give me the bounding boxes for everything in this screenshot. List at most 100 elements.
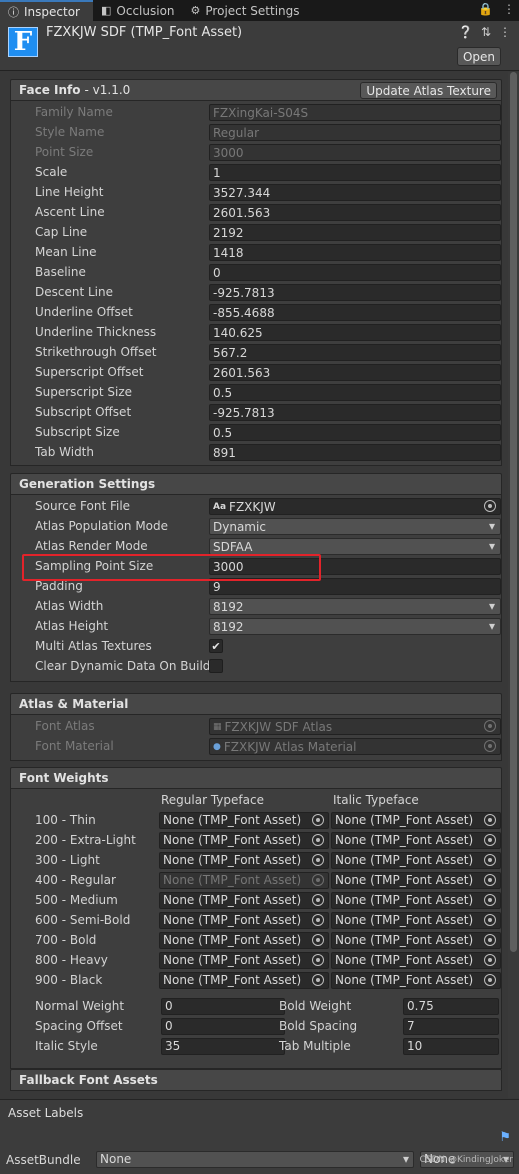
object-picker-icon[interactable] [484, 974, 496, 986]
update-atlas-texture-button[interactable]: Update Atlas Texture [360, 82, 497, 99]
object-picker-icon[interactable] [312, 894, 324, 906]
bold-spacing-field[interactable]: 7 [403, 1018, 499, 1035]
italic-typeface-field[interactable]: None (TMP_Font Asset) [331, 912, 501, 929]
assetbundle-dropdown[interactable]: None [96, 1151, 414, 1168]
preset-icon[interactable]: ⇅ [481, 25, 491, 39]
object-picker-icon[interactable] [484, 934, 496, 946]
multi-atlas-checkbox[interactable]: ✔ [209, 639, 223, 653]
object-picker-icon[interactable] [484, 814, 496, 826]
asset-labels-title: Asset Labels [8, 1106, 84, 1120]
occlusion-icon: ◧ [101, 4, 112, 17]
italic-typeface-field[interactable]: None (TMP_Font Asset) [331, 972, 501, 989]
face-info-field[interactable]: 140.625 [209, 324, 501, 341]
font-atlas-value: FZXKJW SDF Atlas [224, 719, 333, 734]
face-info-field[interactable]: 1418 [209, 244, 501, 261]
face-info-field[interactable]: 2192 [209, 224, 501, 241]
face-info-row: Cap Line 2192 [11, 223, 501, 243]
scrollbar-thumb[interactable] [510, 72, 517, 952]
object-picker-icon[interactable] [312, 854, 324, 866]
atlas-height-dropdown[interactable]: 8192 [209, 618, 501, 635]
object-picker-icon[interactable] [312, 954, 324, 966]
open-button[interactable]: Open [457, 47, 501, 66]
regular-typeface-field[interactable]: None (TMP_Font Asset) [159, 892, 329, 909]
face-info-field[interactable]: -925.7813 [209, 404, 501, 421]
help-icon[interactable]: ❔ [458, 25, 473, 39]
atlas-height-label: Atlas Height [35, 619, 109, 633]
clear-dynamic-checkbox[interactable] [209, 659, 223, 673]
face-info-row: Family Name FZXingKai-S04S [11, 103, 501, 123]
italic-typeface-field[interactable]: None (TMP_Font Asset) [331, 812, 501, 829]
render-mode-dropdown[interactable]: SDFAA [209, 538, 501, 555]
face-info-field[interactable]: 3527.344 [209, 184, 501, 201]
object-picker-icon[interactable] [312, 934, 324, 946]
spacing-offset-field[interactable]: 0 [161, 1018, 285, 1035]
kebab-menu-icon[interactable]: ⋮ [503, 2, 515, 16]
tab-project-settings[interactable]: ⚙ Project Settings [183, 0, 308, 21]
atlas-material-header[interactable]: Atlas & Material [10, 693, 502, 715]
regular-typeface-field[interactable]: None (TMP_Font Asset) [159, 972, 329, 989]
face-info-field[interactable]: 0.5 [209, 384, 501, 401]
italic-typeface-field[interactable]: None (TMP_Font Asset) [331, 932, 501, 949]
object-picker-icon[interactable] [312, 814, 324, 826]
object-picker-icon[interactable] [484, 500, 496, 512]
generation-settings-header[interactable]: Generation Settings [10, 473, 502, 495]
normal-weight-field[interactable]: 0 [161, 998, 285, 1015]
face-info-field[interactable]: 567.2 [209, 344, 501, 361]
inspector-header: F FZXKJW SDF (TMP_Font Asset) ❔ ⇅ ⋮ Open [0, 21, 519, 71]
face-info-row: Line Height 3527.344 [11, 183, 501, 203]
face-info-row: Point Size 3000 [11, 143, 501, 163]
object-picker-icon[interactable] [484, 854, 496, 866]
tab-multiple-field[interactable]: 10 [403, 1038, 499, 1055]
italic-typeface-field[interactable]: None (TMP_Font Asset) [331, 852, 501, 869]
source-font-value: FZXKJW [229, 499, 276, 514]
lock-icon[interactable]: 🔒 [478, 2, 493, 16]
atlas-width-dropdown[interactable]: 8192 [209, 598, 501, 615]
face-info-label: Style Name [35, 125, 105, 139]
fallback-font-assets-header[interactable]: Fallback Font Assets [10, 1069, 502, 1091]
italic-typeface-field[interactable]: None (TMP_Font Asset) [331, 832, 501, 849]
object-picker-icon[interactable] [484, 834, 496, 846]
regular-typeface-value: None (TMP_Font Asset) [163, 873, 302, 887]
font-weights-header[interactable]: Font Weights [10, 767, 502, 789]
object-picker-icon[interactable] [484, 874, 496, 886]
object-picker-icon[interactable] [312, 974, 324, 986]
regular-typeface-field[interactable]: None (TMP_Font Asset) [159, 852, 329, 869]
face-info-field[interactable]: -855.4688 [209, 304, 501, 321]
italic-typeface-field[interactable]: None (TMP_Font Asset) [331, 892, 501, 909]
regular-typeface-field[interactable]: None (TMP_Font Asset) [159, 812, 329, 829]
face-info-field[interactable]: 1 [209, 164, 501, 181]
object-picker-icon[interactable] [484, 954, 496, 966]
regular-typeface-field[interactable]: None (TMP_Font Asset) [159, 952, 329, 969]
italic-typeface-field[interactable]: None (TMP_Font Asset) [331, 952, 501, 969]
kebab-menu-icon[interactable]: ⋮ [499, 25, 511, 39]
face-info-header[interactable]: Face Info - v1.1.0 Update Atlas Texture [10, 79, 502, 101]
object-picker-icon[interactable] [312, 914, 324, 926]
italic-style-field[interactable]: 35 [161, 1038, 285, 1055]
face-info-field[interactable]: 891 [209, 444, 501, 461]
object-picker-icon[interactable] [312, 834, 324, 846]
regular-typeface-field[interactable]: None (TMP_Font Asset) [159, 932, 329, 949]
vertical-scrollbar[interactable] [508, 72, 519, 1098]
italic-typeface-field[interactable]: None (TMP_Font Asset) [331, 872, 501, 889]
population-mode-dropdown[interactable]: Dynamic [209, 518, 501, 535]
face-info-field[interactable]: 2601.563 [209, 204, 501, 221]
weight-row-1: Normal Weight 0 Bold Weight 0.75 [11, 997, 501, 1017]
face-info-field[interactable]: 0 [209, 264, 501, 281]
object-picker-icon[interactable] [484, 914, 496, 926]
italic-typeface-header: Italic Typeface [333, 793, 419, 807]
object-picker-icon[interactable] [484, 894, 496, 906]
regular-typeface-field[interactable]: None (TMP_Font Asset) [159, 912, 329, 929]
face-info-field[interactable]: 0.5 [209, 424, 501, 441]
regular-typeface-field: None (TMP_Font Asset) [159, 872, 329, 889]
label-tag-icon[interactable]: ⚑ [499, 1130, 511, 1145]
bold-weight-field[interactable]: 0.75 [403, 998, 499, 1015]
face-info-field[interactable]: 2601.563 [209, 364, 501, 381]
face-info-label: Superscript Offset [35, 365, 144, 379]
font-weight-label: 200 - Extra-Light [35, 833, 136, 847]
bold-spacing-label: Bold Spacing [279, 1019, 358, 1033]
source-font-field[interactable]: Aa FZXKJW [209, 498, 501, 515]
regular-typeface-field[interactable]: None (TMP_Font Asset) [159, 832, 329, 849]
tab-occlusion[interactable]: ◧ Occlusion [93, 0, 183, 21]
face-info-field[interactable]: -925.7813 [209, 284, 501, 301]
tab-inspector[interactable]: ⓘ Inspector [0, 0, 93, 21]
